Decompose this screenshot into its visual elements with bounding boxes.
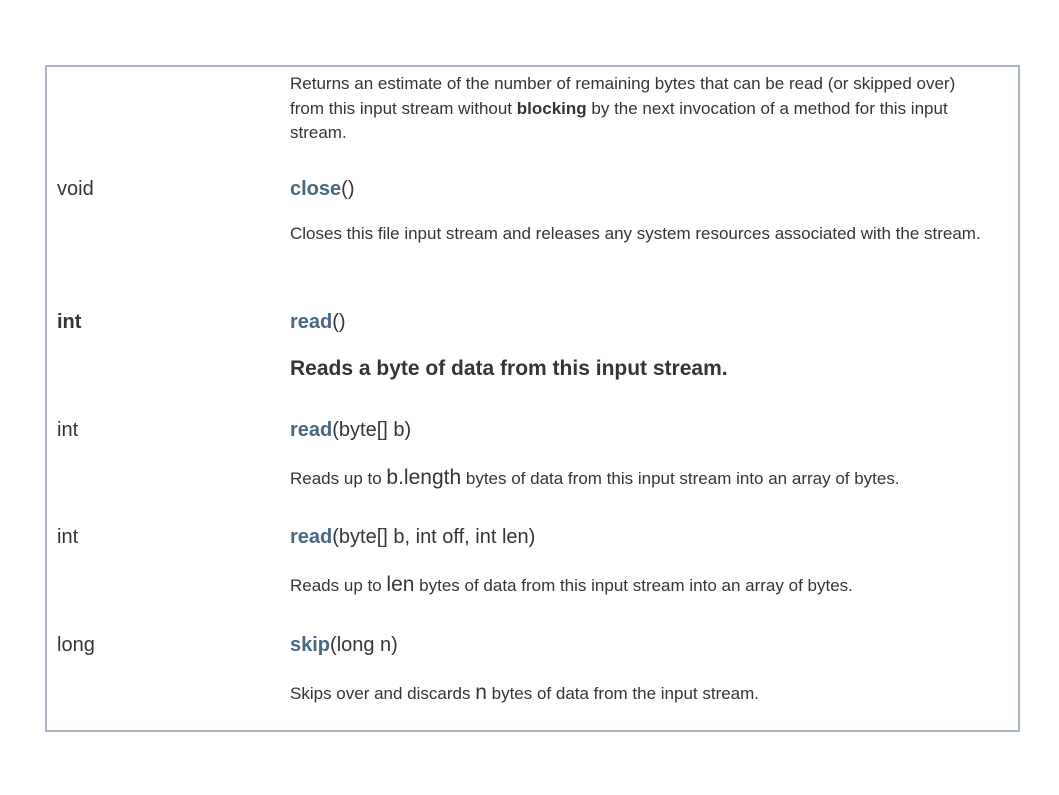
method-link-skip[interactable]: skip (290, 634, 330, 656)
method-params: (long n) (330, 634, 398, 656)
return-type: int (57, 311, 82, 333)
method-signature: read(byte[] b) (290, 418, 988, 442)
description-text: bytes of data from the input stream. (486, 684, 760, 703)
return-type: void (57, 178, 94, 200)
method-description: Reads up to len bytes of data from this … (290, 573, 988, 599)
return-type: int (57, 419, 79, 441)
method-description: Returns an estimate of the number of rem… (290, 72, 988, 146)
description-text: bytes of data from this input stream int… (414, 576, 853, 595)
method-signature: close() (290, 177, 988, 201)
code-text: b.length (386, 466, 462, 489)
method-cell: read(byte[] b) Reads up to b.length byte… (290, 418, 988, 492)
method-cell: skip(long n) Skips over and discards n b… (290, 633, 988, 707)
method-signature: read() (290, 310, 988, 334)
method-signature: skip(long n) (290, 633, 988, 657)
code-text: len (386, 573, 415, 596)
method-description: Closes this file input stream and releas… (290, 224, 981, 243)
method-cell: Returns an estimate of the number of rem… (290, 72, 988, 146)
description-text: Skips over and discards (290, 684, 476, 703)
method-cell: close() Closes this file input stream an… (290, 177, 988, 247)
method-description: Reads a byte of data from this input str… (290, 357, 728, 380)
method-cell: read(byte[] b, int off, int len) Reads u… (290, 525, 988, 599)
method-params: (byte[] b, int off, int len) (332, 526, 536, 548)
method-link-close[interactable]: close (290, 178, 341, 200)
method-link-read[interactable]: read (290, 311, 332, 333)
method-cell: read() Reads a byte of data from this in… (290, 310, 988, 382)
description-text: bytes of data from this input stream int… (461, 469, 900, 488)
code-text: n (475, 681, 487, 704)
method-params: (byte[] b) (332, 419, 412, 441)
description-text: Reads up to (290, 576, 387, 595)
method-description: Skips over and discards n bytes of data … (290, 681, 988, 707)
method-params: () (341, 178, 355, 200)
description-bold-text: blocking (516, 98, 587, 118)
method-signature: read(byte[] b, int off, int len) (290, 525, 988, 549)
return-type: long (57, 634, 95, 656)
method-params: () (332, 311, 346, 333)
method-link-read[interactable]: read (290, 419, 332, 441)
method-summary-table: Returns an estimate of the number of rem… (45, 65, 1020, 732)
method-link-read[interactable]: read (290, 526, 332, 548)
return-type: int (57, 526, 79, 548)
description-text: Reads up to (290, 469, 387, 488)
method-description: Reads up to b.length bytes of data from … (290, 466, 988, 492)
